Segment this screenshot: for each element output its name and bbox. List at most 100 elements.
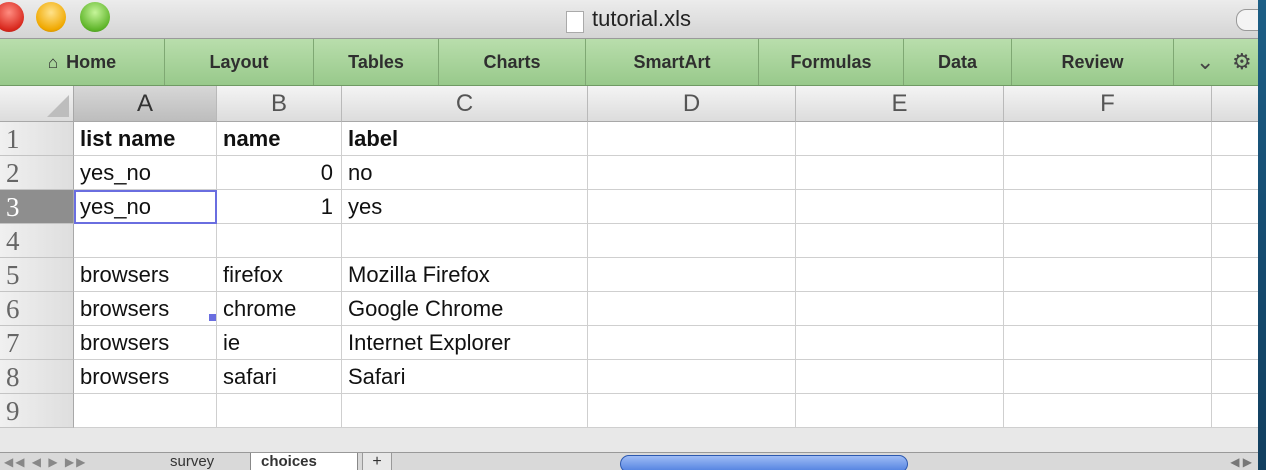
cell-d8[interactable] [588,360,796,394]
cell-f3[interactable] [1004,190,1212,224]
cell-e2[interactable] [796,156,1004,190]
cell-b8[interactable]: safari [217,360,342,394]
row-header[interactable]: 1 [0,122,74,156]
zoom-window-button[interactable] [80,2,110,32]
cell-f8[interactable] [1004,360,1212,394]
cell-e5[interactable] [796,258,1004,292]
tab-data[interactable]: Data [904,39,1012,85]
tab-tables[interactable]: Tables [314,39,439,85]
cell-a5[interactable]: browsers [74,258,217,292]
cell-c3[interactable]: yes [342,190,588,224]
cell-d6[interactable] [588,292,796,326]
cell-c7[interactable]: Internet Explorer [342,326,588,360]
horizontal-scrollbar-thumb[interactable] [620,455,908,470]
cell-c9[interactable] [342,394,588,428]
column-header-d[interactable]: D [588,86,796,122]
cell-d3[interactable] [588,190,796,224]
cell-b7[interactable]: ie [217,326,342,360]
cell-e6[interactable] [796,292,1004,326]
cell-a2[interactable]: yes_no [74,156,217,190]
cell-f6[interactable] [1004,292,1212,326]
toolbar-toggle-button[interactable] [1236,9,1258,31]
cell-e9[interactable] [796,394,1004,428]
cell-f5[interactable] [1004,258,1212,292]
scroll-arrows[interactable]: ◀ ▶ [1230,453,1252,470]
cell-a8[interactable]: browsers [74,360,217,394]
add-sheet-button[interactable]: + [362,453,392,470]
select-all-corner[interactable] [0,86,74,122]
cell-b1[interactable]: name [217,122,342,156]
cell-g9[interactable] [1212,394,1258,428]
tab-home[interactable]: ⌂ Home [0,39,165,85]
cell-f2[interactable] [1004,156,1212,190]
tab-layout[interactable]: Layout [165,39,314,85]
cell-a6[interactable]: browsers [74,292,217,326]
column-header-f[interactable]: F [1004,86,1212,122]
cell-c5[interactable]: Mozilla Firefox [342,258,588,292]
cell-b2[interactable]: 0 [217,156,342,190]
cell-c2[interactable]: no [342,156,588,190]
cell-f7[interactable] [1004,326,1212,360]
cell-d4[interactable] [588,224,796,258]
cell-f1[interactable] [1004,122,1212,156]
minimize-window-button[interactable] [36,2,66,32]
close-window-button[interactable] [0,2,24,32]
cell-c1[interactable]: label [342,122,588,156]
row-header[interactable]: 8 [0,360,74,394]
cell-d9[interactable] [588,394,796,428]
cell-b9[interactable] [217,394,342,428]
column-header-e[interactable]: E [796,86,1004,122]
cell-g4[interactable] [1212,224,1258,258]
cell-g2[interactable] [1212,156,1258,190]
cell-g3[interactable] [1212,190,1258,224]
cell-g5[interactable] [1212,258,1258,292]
cell-a1[interactable]: list name [74,122,217,156]
cell-g7[interactable] [1212,326,1258,360]
row-header[interactable]: 7 [0,326,74,360]
gear-icon[interactable]: ⚙ [1232,39,1252,85]
row-header[interactable]: 9 [0,394,74,428]
cell-d5[interactable] [588,258,796,292]
row-header[interactable]: 6 [0,292,74,326]
cell-c4[interactable] [342,224,588,258]
cell-d1[interactable] [588,122,796,156]
row-header[interactable]: 3 [0,190,74,224]
column-header-a[interactable]: A [74,86,217,122]
cell-d7[interactable] [588,326,796,360]
cell-a9[interactable] [74,394,217,428]
sheet-tab-survey[interactable]: survey [160,453,246,470]
fill-handle[interactable] [209,314,216,321]
cell-b3[interactable]: 1 [217,190,342,224]
tab-smartart[interactable]: SmartArt [586,39,759,85]
cell-f4[interactable] [1004,224,1212,258]
row-header[interactable]: 5 [0,258,74,292]
cell-a3[interactable]: yes_no [74,190,217,224]
cell-e4[interactable] [796,224,1004,258]
cell-b5[interactable]: firefox [217,258,342,292]
sheet-tab-choices[interactable]: choices [250,453,358,470]
cell-c6[interactable]: Google Chrome [342,292,588,326]
column-header-c[interactable]: C [342,86,588,122]
sheet-nav-arrows[interactable]: ◀◀ ◀ ▶ ▶▶ [4,453,87,470]
cell-g8[interactable] [1212,360,1258,394]
cell-g6[interactable] [1212,292,1258,326]
cell-e1[interactable] [796,122,1004,156]
cell-a7[interactable]: browsers [74,326,217,360]
chevron-down-icon[interactable]: ⌄ [1196,39,1214,85]
cell-d2[interactable] [588,156,796,190]
row-header[interactable]: 2 [0,156,74,190]
cell-e8[interactable] [796,360,1004,394]
column-header-g[interactable] [1212,86,1258,122]
cell-b4[interactable] [217,224,342,258]
cell-a4[interactable] [74,224,217,258]
cell-e3[interactable] [796,190,1004,224]
cell-c8[interactable]: Safari [342,360,588,394]
row-header[interactable]: 4 [0,224,74,258]
cell-f9[interactable] [1004,394,1212,428]
cell-b6[interactable]: chrome [217,292,342,326]
tab-review[interactable]: Review [1012,39,1174,85]
cell-g1[interactable] [1212,122,1258,156]
tab-charts[interactable]: Charts [439,39,586,85]
cell-e7[interactable] [796,326,1004,360]
tab-formulas[interactable]: Formulas [759,39,904,85]
